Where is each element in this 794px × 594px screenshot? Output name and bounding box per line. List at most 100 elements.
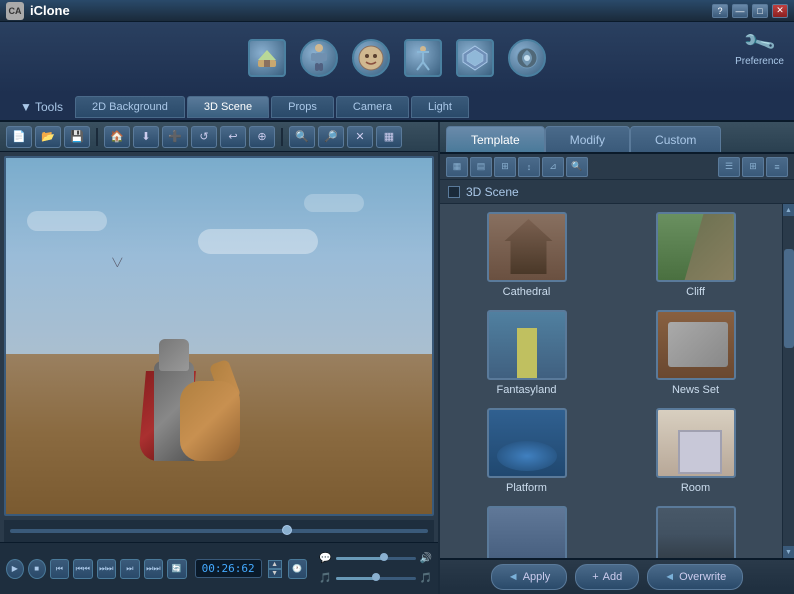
- top-icon-group: [10, 33, 784, 83]
- speech-max-icon: 🔊: [420, 553, 432, 564]
- music-slider[interactable]: [336, 577, 416, 580]
- extra1-thumb[interactable]: [487, 506, 567, 558]
- room-thumb[interactable]: [656, 408, 736, 478]
- platform-label: Platform: [506, 482, 547, 494]
- thumb-fantasyland[interactable]: Fantasyland: [448, 310, 605, 396]
- room-label: Room: [681, 482, 710, 494]
- tab-props[interactable]: Props: [271, 96, 334, 118]
- add-label: Add: [603, 571, 623, 583]
- apply-button[interactable]: ◄ Apply: [491, 564, 567, 590]
- time-stepper[interactable]: ▲ ▼: [268, 560, 282, 578]
- download-button[interactable]: ⬇: [133, 126, 159, 148]
- home-button[interactable]: 🏠: [104, 126, 130, 148]
- overwrite-button[interactable]: ◄ Overwrite: [647, 564, 743, 590]
- newsset-thumb[interactable]: [656, 310, 736, 380]
- add-button[interactable]: + Add: [575, 564, 639, 590]
- tab-custom[interactable]: Custom: [630, 126, 721, 152]
- fantasyland-thumb[interactable]: [487, 310, 567, 380]
- clock-button[interactable]: 🕐: [288, 559, 308, 579]
- scrubber-thumb[interactable]: [282, 525, 292, 535]
- scrubber[interactable]: [10, 529, 428, 533]
- tab-camera[interactable]: Camera: [336, 96, 409, 118]
- close-button[interactable]: ✕: [772, 4, 788, 18]
- save-button[interactable]: 💾: [64, 126, 90, 148]
- ri-view3[interactable]: ⊞: [494, 157, 516, 177]
- thumb-room[interactable]: Room: [617, 408, 774, 494]
- tab-light[interactable]: Light: [411, 96, 469, 118]
- next-key-button[interactable]: ⏭⏭: [97, 559, 117, 579]
- speech-slider[interactable]: [336, 557, 416, 560]
- thumb-extra2[interactable]: [617, 506, 774, 558]
- thumb-newsset[interactable]: News Set: [617, 310, 774, 396]
- scroll-thumb[interactable]: [784, 249, 794, 348]
- stop-button[interactable]: ■: [28, 559, 46, 579]
- fit-button[interactable]: ✕: [347, 126, 373, 148]
- time-up[interactable]: ▲: [268, 560, 282, 569]
- minimize-button[interactable]: —: [732, 4, 748, 18]
- ri-search[interactable]: 🔍: [566, 157, 588, 177]
- ri-filter[interactable]: ⊿: [542, 157, 564, 177]
- face-tool-icon[interactable]: [351, 33, 391, 83]
- ri-list[interactable]: ☰: [718, 157, 740, 177]
- face-icon: [352, 39, 390, 77]
- tab-2d-background[interactable]: 2D Background: [75, 96, 185, 118]
- motion-tool-icon[interactable]: [403, 33, 443, 83]
- scroll-track[interactable]: [783, 216, 794, 546]
- extra2-thumb[interactable]: [656, 506, 736, 558]
- right-scrollbar[interactable]: ▲ ▼: [782, 204, 794, 558]
- music-thumb[interactable]: [372, 573, 380, 581]
- cliff-thumb[interactable]: [656, 212, 736, 282]
- horse-body: [180, 381, 240, 461]
- thumb-cathedral[interactable]: Cathedral: [448, 212, 605, 298]
- cathedral-thumb[interactable]: [487, 212, 567, 282]
- redo-button[interactable]: ↩: [220, 126, 246, 148]
- ri-view2[interactable]: ▤: [470, 157, 492, 177]
- maximize-button[interactable]: □: [752, 4, 768, 18]
- zoom-in-button[interactable]: 🔍: [289, 126, 315, 148]
- tab-modify[interactable]: Modify: [545, 126, 630, 152]
- effect-tool-icon[interactable]: [507, 33, 547, 83]
- bird: ╲╱: [113, 258, 123, 267]
- ri-details[interactable]: ≡: [766, 157, 788, 177]
- prev-frame-button[interactable]: ⏮: [50, 559, 70, 579]
- open-button[interactable]: 📂: [35, 126, 61, 148]
- speech-thumb[interactable]: [380, 553, 388, 561]
- thumb-platform[interactable]: Platform: [448, 408, 605, 494]
- next-frame-button[interactable]: ⏭: [120, 559, 140, 579]
- effect-icon: [508, 39, 546, 77]
- scene-tool-icon[interactable]: [247, 33, 287, 83]
- scroll-down[interactable]: ▼: [783, 546, 794, 558]
- play-button[interactable]: ▶: [6, 559, 24, 579]
- motion-icon: [404, 39, 442, 77]
- ri-sort[interactable]: ↕: [518, 157, 540, 177]
- time-down[interactable]: ▼: [268, 569, 282, 578]
- ri-grid[interactable]: ⊞: [742, 157, 764, 177]
- add-icon: +: [592, 571, 598, 583]
- body-tool-icon[interactable]: [455, 33, 495, 83]
- ri-view1[interactable]: ▦: [446, 157, 468, 177]
- undo-button[interactable]: ↺: [191, 126, 217, 148]
- thumb-extra1[interactable]: [448, 506, 605, 558]
- prev-key-button[interactable]: ⏮⏮: [73, 559, 93, 579]
- new-button[interactable]: 📄: [6, 126, 32, 148]
- volume-row: 💬 🔊: [319, 551, 432, 567]
- platform-thumb[interactable]: [487, 408, 567, 478]
- rotate-button[interactable]: ⊕: [249, 126, 275, 148]
- toolbar-separator-1: [96, 128, 98, 146]
- tab-template[interactable]: Template: [446, 126, 545, 152]
- scene-sky: [6, 158, 432, 354]
- help-button[interactable]: ?: [712, 4, 728, 18]
- scroll-up[interactable]: ▲: [783, 204, 794, 216]
- secondary-toolbar: 📄 📂 💾 🏠 ⬇ ➕ ↺ ↩ ⊕ 🔍 🔎 ✕ ▦: [0, 122, 438, 152]
- last-frame-button[interactable]: ⏭⏭: [144, 559, 164, 579]
- view-button[interactable]: ▦: [376, 126, 402, 148]
- loop-button[interactable]: 🔄: [167, 559, 187, 579]
- add-scene-button[interactable]: ➕: [162, 126, 188, 148]
- thumb-cliff[interactable]: Cliff: [617, 212, 774, 298]
- scrubber-bar[interactable]: [4, 520, 434, 542]
- zoom-out-button[interactable]: 🔎: [318, 126, 344, 148]
- tab-3d-scene[interactable]: 3D Scene: [187, 96, 269, 118]
- scene-checkbox[interactable]: [448, 186, 460, 198]
- character-tool-icon[interactable]: [299, 33, 339, 83]
- preference-button[interactable]: 🔧 Preference: [735, 30, 784, 67]
